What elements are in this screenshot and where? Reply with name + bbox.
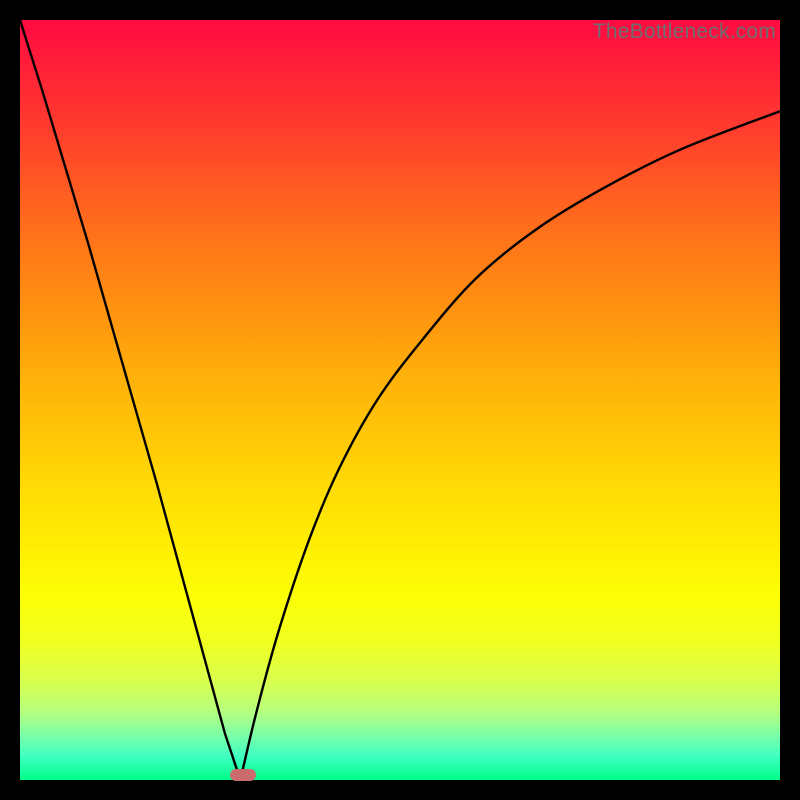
- bottleneck-curve: [20, 20, 780, 780]
- minimum-marker: [230, 769, 256, 781]
- chart-frame: TheBottleneck.com: [20, 20, 780, 780]
